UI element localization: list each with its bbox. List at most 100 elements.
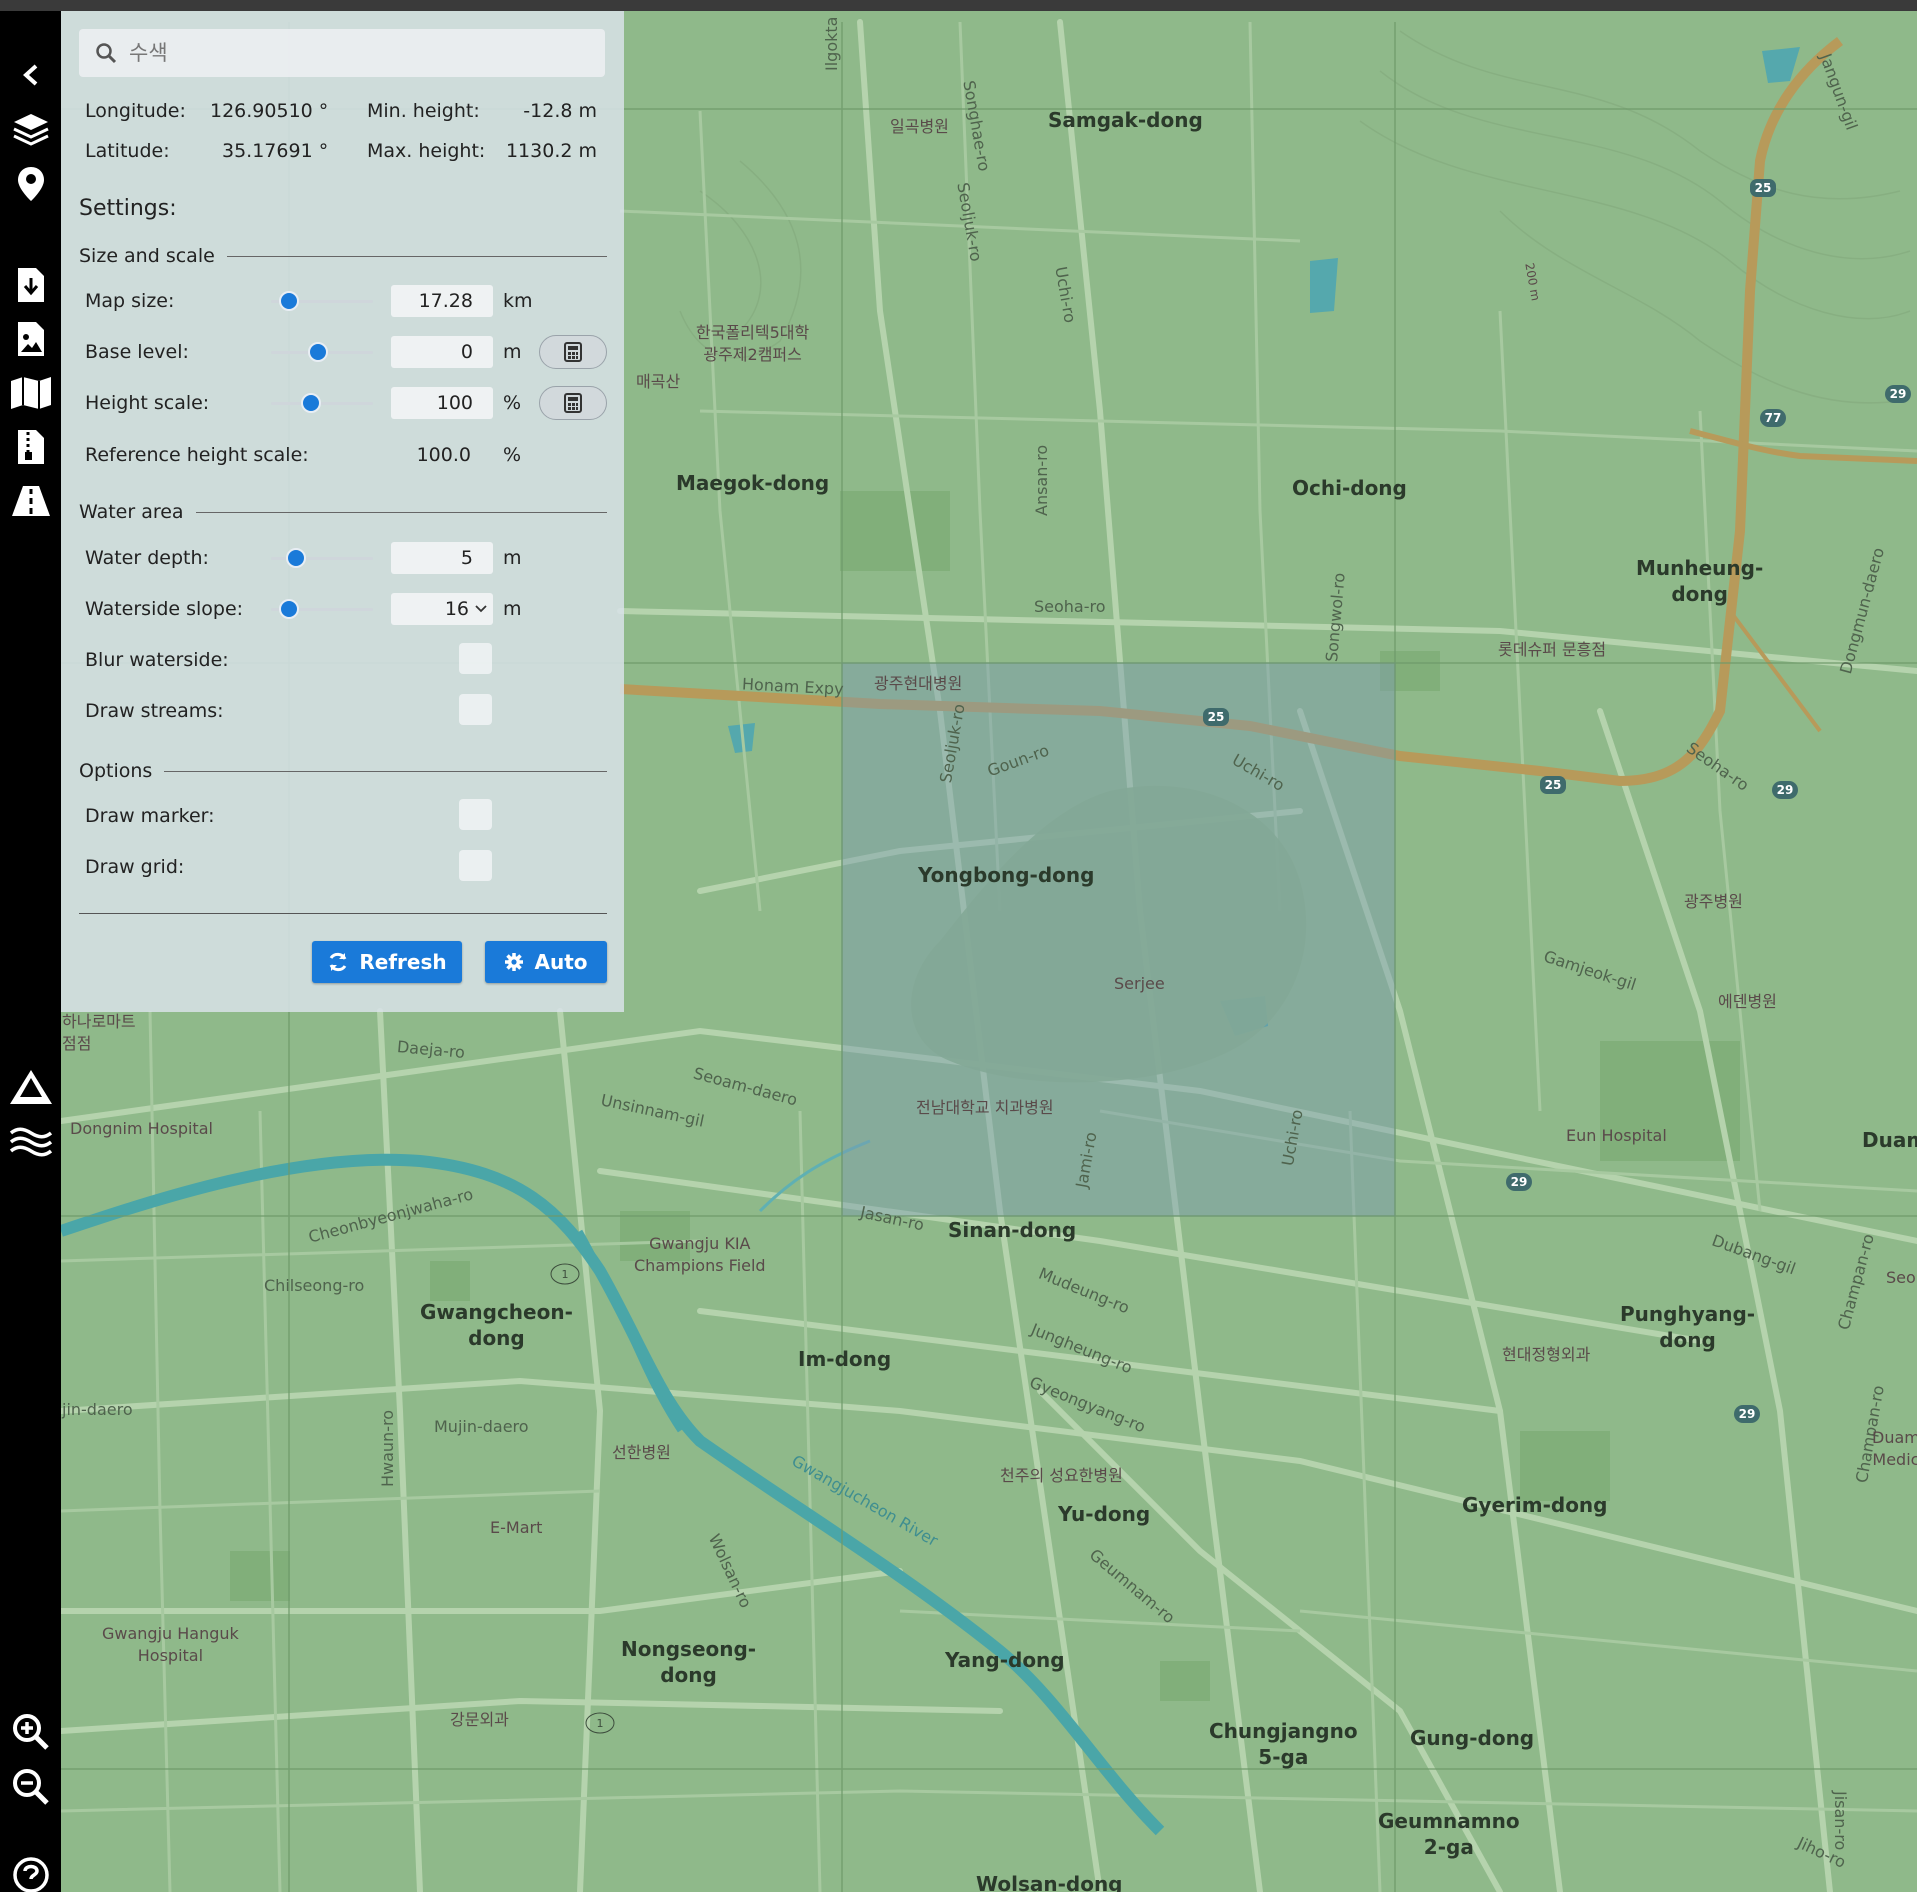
left-toolbar	[0, 11, 61, 1892]
export-image-button[interactable]	[0, 315, 61, 363]
zoom-in-icon	[12, 1714, 49, 1750]
waterside-slope-unit: m	[503, 598, 522, 620]
top-bar	[0, 0, 1917, 11]
water-depth-input[interactable]: 5	[391, 542, 493, 574]
draw-marker-checkbox[interactable]	[459, 799, 492, 830]
waterside-slope-slider[interactable]	[271, 599, 373, 619]
settings-heading: Settings:	[79, 196, 177, 221]
svg-text:29: 29	[1777, 783, 1794, 797]
base-level-input[interactable]: 0	[391, 336, 493, 368]
base-level-calc-button[interactable]	[539, 335, 607, 369]
longitude-value: 126.90510 °	[210, 100, 329, 122]
svg-text:1: 1	[597, 1717, 604, 1730]
ref-height-scale-label: Reference height scale:	[85, 444, 309, 466]
section-options: Options	[79, 759, 607, 783]
svg-text:25: 25	[1545, 778, 1562, 792]
svg-text:77: 77	[1765, 411, 1782, 425]
back-icon	[22, 64, 37, 86]
height-scale-unit: %	[503, 392, 522, 414]
water-depth-unit: m	[503, 547, 522, 569]
base-level-label: Base level:	[85, 341, 189, 363]
location-pin-icon	[17, 167, 44, 201]
draw-grid-checkbox[interactable]	[459, 850, 492, 881]
blur-waterside-label: Blur waterside:	[85, 649, 229, 671]
search-input[interactable]	[129, 41, 589, 65]
route-badge-29: 29	[1734, 1405, 1760, 1423]
svg-text:25: 25	[1208, 710, 1225, 724]
auto-button[interactable]: Auto	[485, 941, 607, 983]
route-badge-25: 25	[1203, 708, 1229, 726]
download-button[interactable]	[0, 261, 61, 309]
map-size-label: Map size:	[85, 290, 175, 312]
layers-button[interactable]	[0, 105, 61, 153]
route-badge-29: 29	[1885, 385, 1911, 403]
base-level-slider[interactable]	[271, 342, 373, 362]
route-badge-29: 29	[1506, 1173, 1532, 1191]
min-height-value: -12.8 m	[523, 100, 597, 122]
zip-export-button[interactable]	[0, 423, 61, 471]
settings-panel: Longitude: 126.90510 ° Min. height: -12.…	[61, 11, 624, 1012]
help-button[interactable]	[0, 1851, 61, 1892]
route-badge-1: 1	[585, 1712, 615, 1734]
calculator-icon	[564, 393, 582, 413]
ref-height-scale-value: 100.0	[416, 444, 471, 466]
search-icon	[96, 43, 117, 64]
search-box[interactable]	[79, 29, 605, 77]
route-badge-25: 25	[1750, 179, 1776, 197]
section-water-area: Water area	[79, 500, 607, 524]
map-size-unit: km	[503, 290, 533, 312]
layers-icon	[12, 114, 49, 146]
route-badge-77: 77	[1760, 409, 1786, 427]
map-size-input[interactable]: 17.28	[391, 285, 493, 317]
water-depth-label: Water depth:	[85, 547, 209, 569]
road-icon	[11, 486, 50, 516]
latitude-value: 35.17691 °	[222, 140, 329, 162]
refresh-button[interactable]: Refresh	[312, 941, 462, 983]
blur-waterside-checkbox[interactable]	[459, 643, 492, 674]
terrain-button[interactable]	[0, 1063, 61, 1111]
draw-streams-label: Draw streams:	[85, 700, 224, 722]
panel-divider	[79, 913, 607, 914]
route-badge-29: 29	[1772, 781, 1798, 799]
draw-streams-checkbox[interactable]	[459, 694, 492, 725]
max-height-label: Max. height:	[367, 140, 486, 162]
zoom-out-icon	[12, 1769, 49, 1805]
back-button[interactable]	[0, 51, 61, 99]
max-height-value: 1130.2 m	[505, 140, 597, 162]
zip-file-icon	[17, 430, 44, 464]
svg-text:29: 29	[1890, 387, 1907, 401]
latitude-label: Latitude:	[85, 140, 170, 162]
base-level-unit: m	[503, 341, 522, 363]
terrain-icon	[9, 1070, 52, 1104]
download-icon	[17, 268, 44, 302]
zoom-out-button[interactable]	[0, 1763, 61, 1811]
route-badge-1: 1	[550, 1263, 580, 1285]
file-icon	[17, 322, 44, 356]
route-badge-25: 25	[1540, 776, 1566, 794]
calculator-icon	[564, 342, 582, 362]
height-scale-slider[interactable]	[271, 393, 373, 413]
water-depth-slider[interactable]	[271, 548, 373, 568]
min-height-label: Min. height:	[367, 100, 480, 122]
height-scale-calc-button[interactable]	[539, 386, 607, 420]
zoom-in-button[interactable]	[0, 1708, 61, 1756]
map-export-button[interactable]	[0, 369, 61, 417]
sync-icon	[330, 952, 347, 972]
help-icon	[12, 1857, 49, 1892]
water-icon	[9, 1127, 52, 1157]
road-button[interactable]	[0, 477, 61, 525]
gear-icon	[505, 953, 524, 971]
map-icon	[10, 377, 51, 409]
location-button[interactable]	[0, 160, 61, 208]
water-button[interactable]	[0, 1118, 61, 1166]
svg-text:29: 29	[1511, 1175, 1528, 1189]
map-size-slider[interactable]	[271, 291, 373, 311]
svg-text:1: 1	[562, 1268, 569, 1281]
height-scale-input[interactable]: 100	[391, 387, 493, 419]
svg-text:25: 25	[1755, 181, 1772, 195]
ref-height-scale-unit: %	[503, 444, 522, 466]
waterside-slope-label: Waterside slope:	[85, 598, 244, 620]
draw-marker-label: Draw marker:	[85, 805, 215, 827]
svg-text:29: 29	[1739, 1407, 1756, 1421]
draw-grid-label: Draw grid:	[85, 856, 185, 878]
